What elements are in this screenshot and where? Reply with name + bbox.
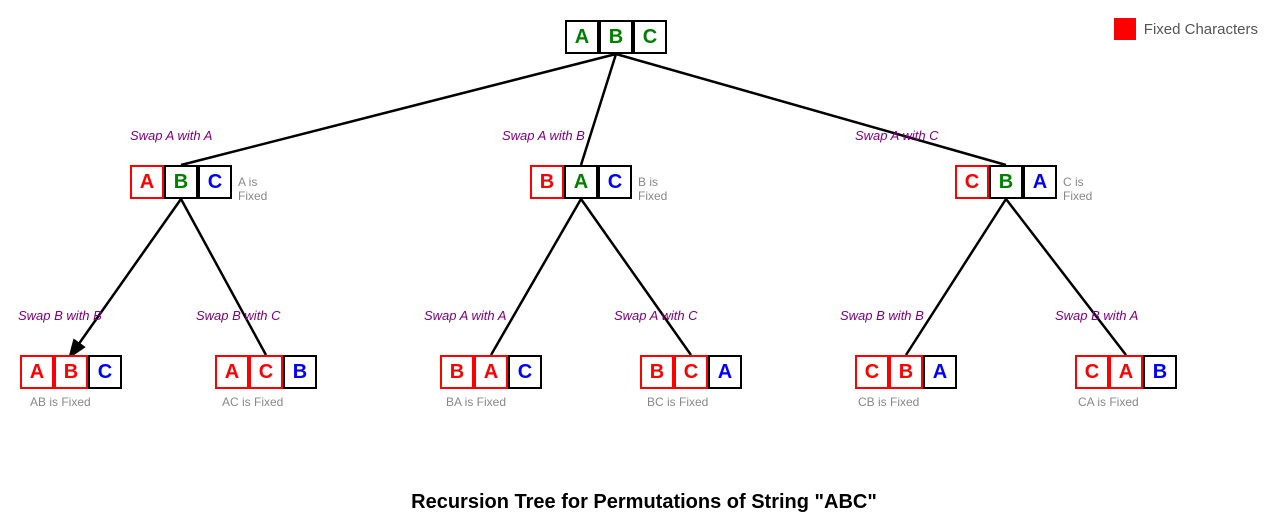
l2-node-3: B C A [640, 355, 742, 389]
l1-0-cell-2: C [198, 165, 232, 199]
l2-5-swap-label: Swap B with A [1055, 308, 1138, 323]
l2-node-0: A B C [20, 355, 122, 389]
l2-0-cell-2: C [88, 355, 122, 389]
l1-0-cell-1: B [164, 165, 198, 199]
tree-lines [0, 0, 1288, 524]
l2-4-cell-0: C [855, 355, 889, 389]
l2-5-cell-2: B [1143, 355, 1177, 389]
l1-0-fixed-label: A isFixed [238, 175, 267, 203]
l2-node-5: C A B [1075, 355, 1177, 389]
l1-2-cell-0: C [955, 165, 989, 199]
l2-2-fixed-label: BA is Fixed [446, 395, 506, 409]
l1-0-swap-label: Swap A with A [130, 128, 212, 143]
l2-0-cell-0: A [20, 355, 54, 389]
l2-2-cell-0: B [440, 355, 474, 389]
l2-0-cell-1: B [54, 355, 88, 389]
l1-1-cell-1: A [564, 165, 598, 199]
l2-4-cell-1: B [889, 355, 923, 389]
root-cell-0: A [565, 20, 599, 54]
l1-1-fixed-label: B isFixed [638, 175, 667, 203]
l2-2-cell-1: A [474, 355, 508, 389]
l2-1-cell-2: B [283, 355, 317, 389]
root-cell-2: C [633, 20, 667, 54]
main-container: Fixed Characters A B C A B C A isFixed S… [0, 0, 1288, 524]
l2-node-1: A C B [215, 355, 317, 389]
l1-1-cell-2: C [598, 165, 632, 199]
root-cell-1: B [599, 20, 633, 54]
l1-2-fixed-label: C isFixed [1063, 175, 1092, 203]
l1-node-0: A B C [130, 165, 232, 199]
l2-3-cell-0: B [640, 355, 674, 389]
l2-node-4: C B A [855, 355, 957, 389]
l2-5-cell-1: A [1109, 355, 1143, 389]
l2-4-fixed-label: CB is Fixed [858, 395, 919, 409]
legend-icon [1114, 18, 1136, 40]
l2-1-cell-1: C [249, 355, 283, 389]
l1-node-2: C B A [955, 165, 1057, 199]
l2-node-2: B A C [440, 355, 542, 389]
l2-2-cell-2: C [508, 355, 542, 389]
l2-3-cell-1: C [674, 355, 708, 389]
l2-5-fixed-label: CA is Fixed [1078, 395, 1139, 409]
legend: Fixed Characters [1114, 18, 1258, 40]
l2-4-cell-2: A [923, 355, 957, 389]
l1-1-swap-label: Swap A with B [502, 128, 585, 143]
l2-0-swap-label: Swap B with B [18, 308, 102, 323]
legend-label: Fixed Characters [1144, 21, 1258, 38]
l1-0-cell-0: A [130, 165, 164, 199]
l1-2-cell-1: B [989, 165, 1023, 199]
l1-2-cell-2: A [1023, 165, 1057, 199]
l1-node-1: B A C [530, 165, 632, 199]
l2-3-cell-2: A [708, 355, 742, 389]
l2-3-fixed-label: BC is Fixed [647, 395, 708, 409]
l2-5-cell-0: C [1075, 355, 1109, 389]
l2-1-cell-0: A [215, 355, 249, 389]
l2-0-fixed-label: AB is Fixed [30, 395, 91, 409]
l1-1-cell-0: B [530, 165, 564, 199]
l2-1-swap-label: Swap B with C [196, 308, 281, 323]
l1-2-swap-label: Swap A with C [855, 128, 939, 143]
l2-2-swap-label: Swap A with A [424, 308, 506, 323]
l2-3-swap-label: Swap A with C [614, 308, 698, 323]
l2-1-fixed-label: AC is Fixed [222, 395, 283, 409]
l2-4-swap-label: Swap B with B [840, 308, 924, 323]
root-node: A B C [565, 20, 667, 54]
bottom-title: Recursion Tree for Permutations of Strin… [411, 491, 877, 514]
